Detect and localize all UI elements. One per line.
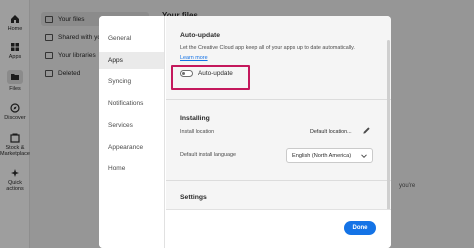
settings-title: Settings [180,194,207,201]
nav-notifications[interactable]: Notifications [108,100,143,107]
install-location-value: Default location... [310,129,352,135]
dialog-footer: Done [166,209,391,248]
content-scrollbar[interactable] [387,40,390,218]
section-divider [166,180,391,181]
language-select[interactable]: English (North America) [286,148,373,163]
preferences-nav: General Apps Syncing Notifications Servi… [99,16,165,248]
done-button[interactable]: Done [344,221,376,235]
learn-more-link[interactable]: Learn more [180,55,208,61]
auto-update-description: Let the Creative Cloud app keep all of y… [180,45,355,51]
chevron-down-icon [361,154,367,159]
nav-general[interactable]: General [108,35,131,42]
auto-update-title: Auto-update [180,32,221,39]
default-language-label: Default install language [180,152,237,158]
nav-services[interactable]: Services [108,122,133,129]
nav-appearance[interactable]: Appearance [108,144,143,151]
nav-home[interactable]: Home [108,165,125,172]
highlight-annotation-box [171,65,250,90]
section-divider [166,99,391,100]
preferences-content: Auto-update Let the Creative Cloud app k… [166,16,391,248]
language-select-value: English (North America) [292,152,352,159]
installing-title: Installing [180,115,210,122]
preferences-dialog: General Apps Syncing Notifications Servi… [99,16,391,248]
nav-syncing[interactable]: Syncing [108,78,131,85]
nav-apps[interactable]: Apps [108,57,123,64]
install-location-label: Install location [180,129,215,135]
edit-pencil-icon[interactable] [362,126,371,135]
